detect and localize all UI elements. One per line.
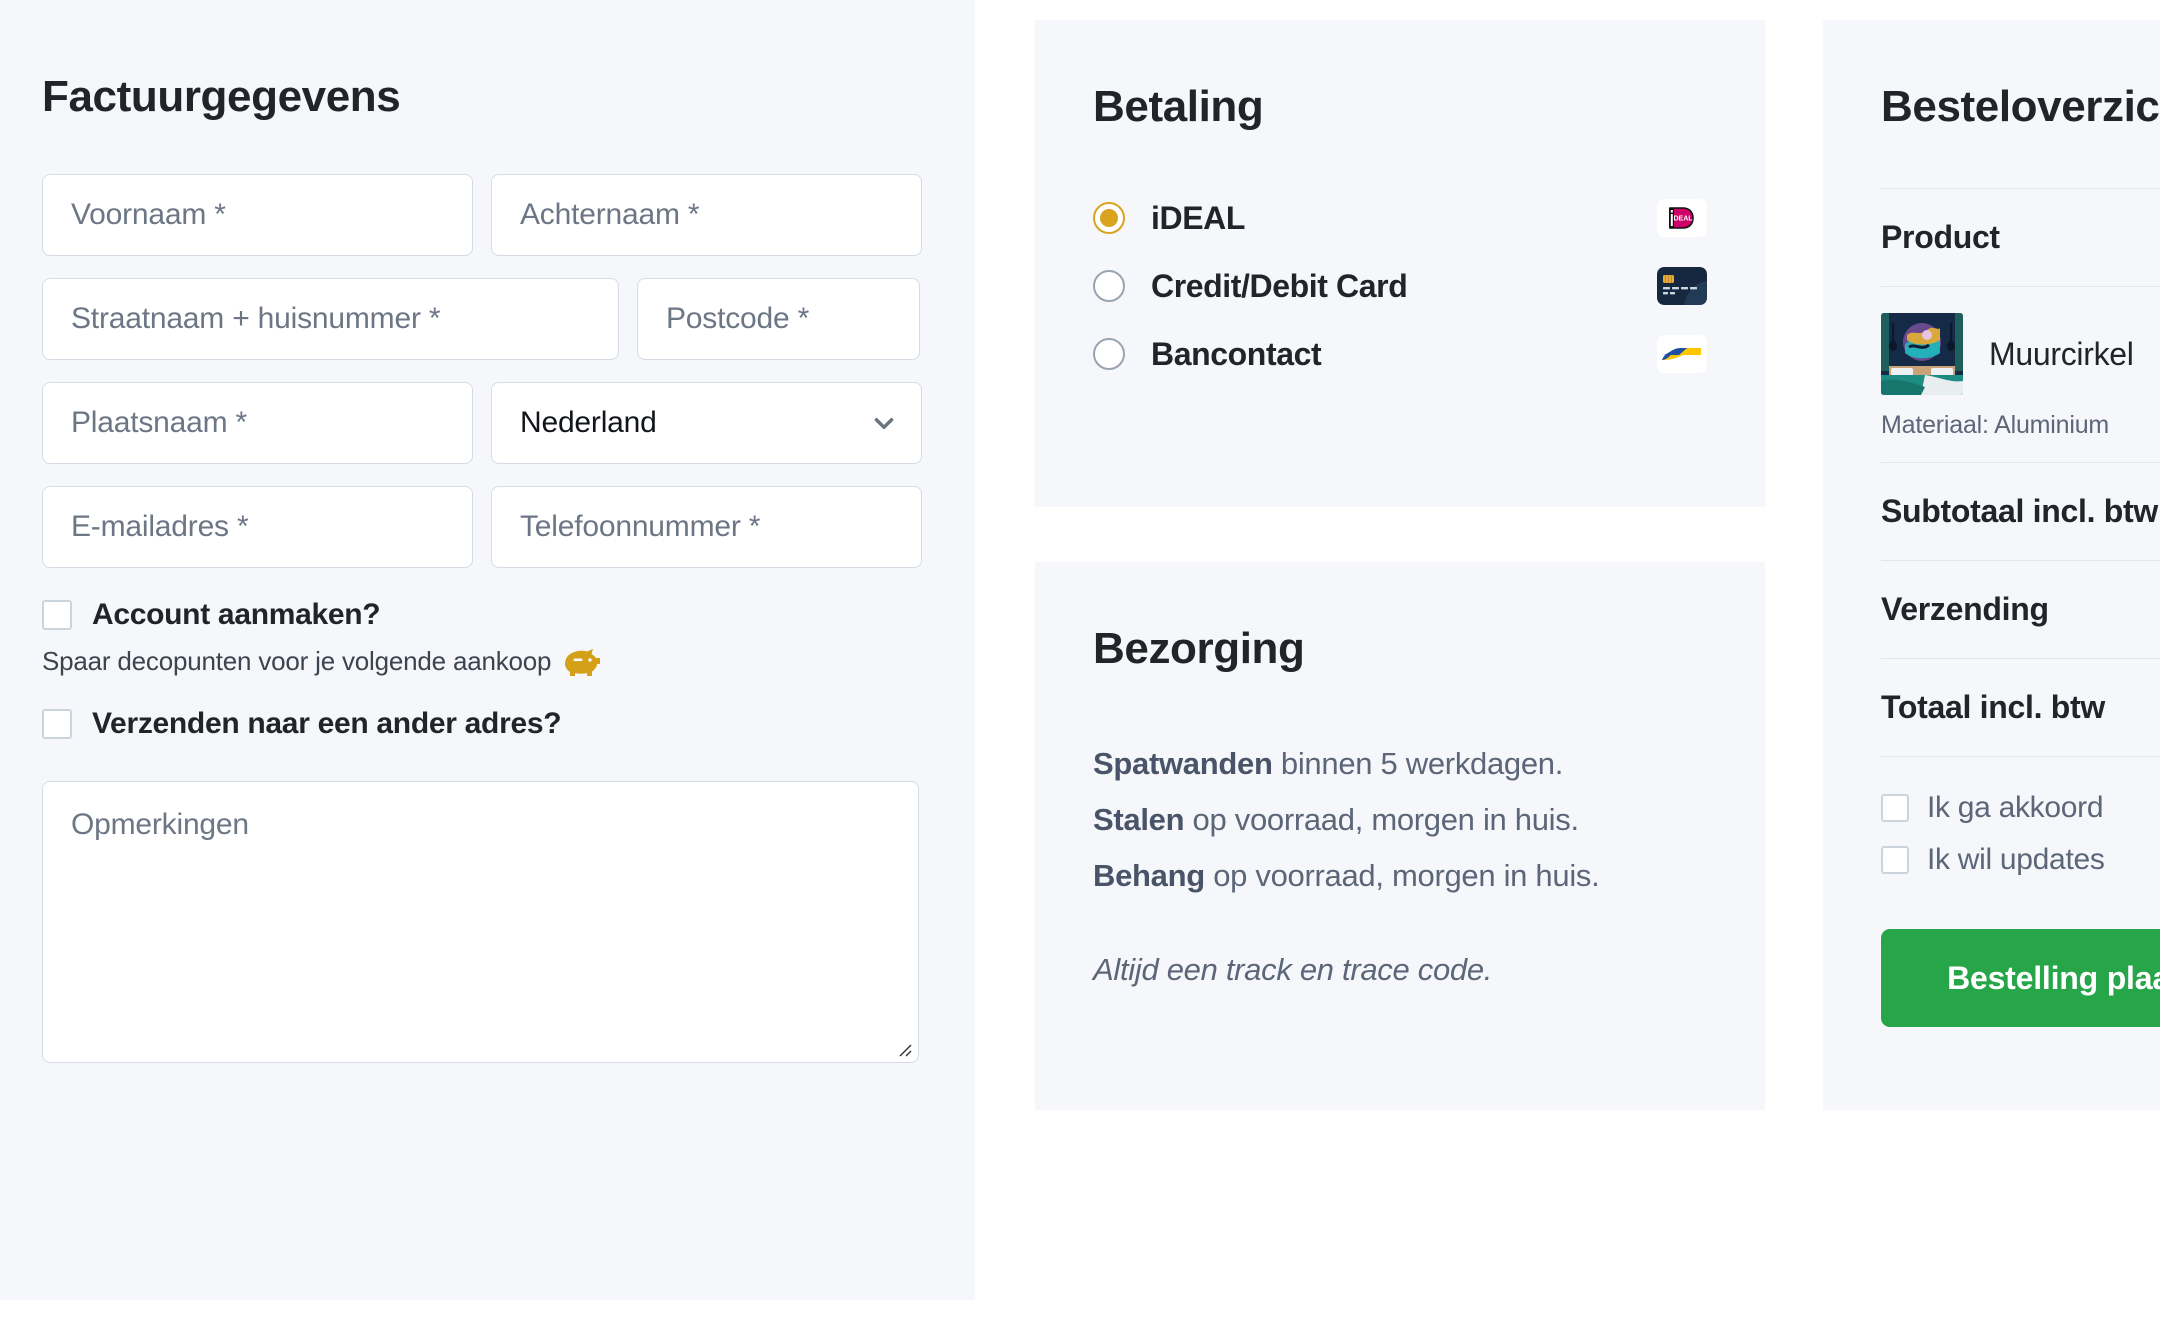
- credit-card-label: Credit/Debit Card: [1151, 267, 1408, 304]
- summary-header-row: Product: [1881, 188, 2160, 286]
- credit-card-logo-icon: [1657, 267, 1707, 305]
- checkout-page: Factuurgegevens Voornaam * Achternaam * …: [0, 0, 2160, 1344]
- city-input[interactable]: Plaatsnaam *: [42, 382, 473, 464]
- ideal-radio[interactable]: [1093, 202, 1125, 234]
- terms-agree-label: Ik ga akkoord: [1927, 791, 2104, 824]
- create-account-label: Account aanmaken?: [92, 598, 381, 631]
- ship-other-address-checkbox-row[interactable]: Verzenden naar een ander adres?: [42, 707, 975, 741]
- delivery-line-stalen: Stalen op voorraad, morgen in huis.: [1093, 792, 1707, 848]
- summary-total-row: Totaal incl. btw: [1881, 658, 2160, 756]
- ship-other-address-checkbox[interactable]: [42, 709, 72, 739]
- product-column-header: Product: [1881, 219, 2000, 255]
- delivery-panel: Bezorging Spatwanden binnen 5 werkdagen.…: [1035, 562, 1765, 1110]
- bancontact-radio[interactable]: [1093, 338, 1125, 370]
- billing-title: Factuurgegevens: [42, 72, 401, 121]
- summary-product-row: Muurcirkel Materiaal: Aluminium: [1881, 286, 2160, 462]
- create-account-checkbox-row[interactable]: Account aanmaken?: [42, 598, 975, 632]
- name-field-row: Voornaam * Achternaam *: [42, 174, 975, 256]
- terms-agree-row[interactable]: Ik ga akkoord: [1881, 791, 2160, 825]
- country-select[interactable]: Nederland: [491, 382, 922, 464]
- terms-updates-label: Ik wil updates: [1927, 843, 2105, 876]
- bancontact-label: Bancontact: [1151, 335, 1322, 372]
- delivery-line-behang: Behang op voorraad, morgen in huis.: [1093, 848, 1707, 904]
- piggy-bank-icon: [565, 648, 601, 676]
- terms-updates-row[interactable]: Ik wil updates: [1881, 843, 2160, 877]
- resize-handle-icon[interactable]: [894, 1039, 912, 1057]
- subtotal-label: Subtotaal incl. btw: [1881, 493, 2158, 529]
- summary-shipping-row: Verzending: [1881, 560, 2160, 658]
- product-material: Materiaal: Aluminium: [1881, 411, 2110, 439]
- shipping-label: Verzending: [1881, 591, 2049, 627]
- chevron-down-icon: [874, 418, 894, 430]
- product-line: Muurcirkel: [1881, 313, 2160, 395]
- first-name-input[interactable]: Voornaam *: [42, 174, 473, 256]
- email-input[interactable]: E-mailadres *: [42, 486, 473, 568]
- order-comments-placeholder: Opmerkingen: [71, 808, 249, 841]
- street-address-input[interactable]: Straatnaam + huisnummer *: [42, 278, 619, 360]
- credit-card-radio[interactable]: [1093, 270, 1125, 302]
- payment-option-credit-card[interactable]: Credit/Debit Card: [1093, 252, 1707, 320]
- country-select-value: Nederland: [520, 406, 657, 439]
- total-label: Totaal incl. btw: [1881, 689, 2105, 725]
- contact-field-row: E-mailadres * Telefoonnummer *: [42, 486, 975, 568]
- delivery-detail-stalen: op voorraad, morgen in huis.: [1184, 802, 1580, 837]
- delivery-term-stalen: Stalen: [1093, 802, 1185, 837]
- summary-subtotal-row: Subtotaal incl. btw: [1881, 462, 2160, 560]
- decopunten-note: Spaar decopunten voor je volgende aankoo…: [42, 646, 975, 677]
- summary-terms-section: Ik ga akkoord Ik wil updates Bestelling …: [1881, 756, 2160, 1027]
- svg-text:DEAL: DEAL: [1673, 216, 1693, 223]
- delivery-term-spatwanden: Spatwanden: [1093, 746, 1273, 781]
- ideal-label: iDEAL: [1151, 199, 1246, 236]
- place-order-button[interactable]: Bestelling plaatsen: [1881, 929, 2160, 1027]
- billing-details-panel: Factuurgegevens Voornaam * Achternaam * …: [0, 0, 975, 1300]
- phone-input[interactable]: Telefoonnummer *: [491, 486, 922, 568]
- payment-option-bancontact[interactable]: Bancontact: [1093, 320, 1707, 388]
- delivery-detail-spatwanden: binnen 5 werkdagen.: [1272, 746, 1564, 781]
- delivery-line-spatwanden: Spatwanden binnen 5 werkdagen.: [1093, 736, 1707, 792]
- delivery-term-behang: Behang: [1093, 858, 1205, 893]
- order-summary-panel: Besteloverzicht Product: [1823, 20, 2160, 1110]
- delivery-detail-behang: op voorraad, morgen in huis.: [1204, 858, 1600, 893]
- delivery-title: Bezorging: [1093, 624, 1305, 673]
- bancontact-logo-icon: [1657, 335, 1707, 373]
- terms-updates-checkbox[interactable]: [1881, 846, 1909, 874]
- product-thumbnail: [1881, 313, 1963, 395]
- payment-panel: Betaling iDEAL DEAL Credit/Debit Card Ba…: [1035, 20, 1765, 507]
- track-trace-note: Altijd een track en trace code.: [1093, 952, 1493, 987]
- last-name-input[interactable]: Achternaam *: [491, 174, 922, 256]
- payment-option-ideal[interactable]: iDEAL DEAL: [1093, 184, 1707, 252]
- address-field-row: Straatnaam + huisnummer * Postcode *: [42, 278, 975, 360]
- ship-other-address-label: Verzenden naar een ander adres?: [92, 707, 562, 740]
- payment-title: Betaling: [1093, 82, 1264, 131]
- postcode-input[interactable]: Postcode *: [637, 278, 920, 360]
- city-country-row: Plaatsnaam * Nederland: [42, 382, 975, 464]
- order-comments-textarea[interactable]: Opmerkingen: [42, 781, 919, 1063]
- create-account-checkbox[interactable]: [42, 600, 72, 630]
- product-name: Muurcirkel: [1989, 335, 2134, 372]
- decopunten-text: Spaar decopunten voor je volgende aankoo…: [42, 646, 552, 676]
- terms-agree-checkbox[interactable]: [1881, 794, 1909, 822]
- order-summary-title: Besteloverzicht: [1881, 82, 2160, 131]
- ideal-logo-icon: DEAL: [1657, 199, 1707, 237]
